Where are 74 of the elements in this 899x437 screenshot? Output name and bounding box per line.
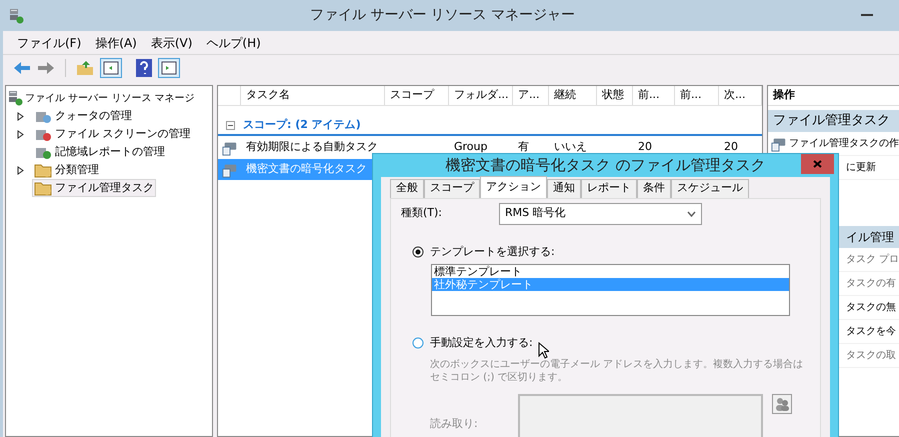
- radio-label[interactable]: 手動設定を入力する:: [430, 335, 533, 352]
- task-name: 有効期限による自動タスク: [246, 139, 378, 156]
- column-header[interactable]: スコープ: [385, 86, 449, 105]
- column-header[interactable]: フォルダ...: [449, 86, 513, 105]
- tab[interactable]: 通知: [547, 178, 581, 198]
- tab[interactable]: スケジュール: [671, 178, 749, 198]
- menu-item[interactable]: 表示(V): [150, 34, 192, 52]
- dialog-title: 機密文書の暗号化タスク のファイル管理タスク: [446, 155, 766, 176]
- users-icon: [775, 396, 789, 410]
- table-cell-text: 有: [518, 139, 529, 156]
- menu-item[interactable]: ファイル(F): [17, 34, 82, 52]
- column-header[interactable]: ア...: [513, 86, 549, 105]
- task-row[interactable]: 有効期限による自動タスク Group 有 いいえ 20 20: [218, 137, 762, 158]
- server-icon: [7, 90, 23, 106]
- action-link[interactable]: タスクの無: [846, 300, 896, 315]
- type-dropdown[interactable]: RMS 暗号化: [499, 202, 702, 224]
- action-link[interactable]: ファイル管理タスクの作: [789, 136, 899, 151]
- column-header[interactable]: 次...: [719, 86, 762, 105]
- tree-item[interactable]: ファイル スクリーンの管理: [32, 124, 192, 144]
- server-icon: [8, 8, 24, 24]
- menu-item[interactable]: ヘルプ(H): [206, 34, 261, 52]
- folder-icon: [34, 180, 52, 196]
- table-cell-text: いいえ: [554, 139, 587, 156]
- column-header[interactable]: 継続: [549, 86, 597, 105]
- tab[interactable]: スコープ: [424, 178, 480, 198]
- radio-button[interactable]: [412, 337, 424, 350]
- tab[interactable]: 全般: [390, 178, 424, 198]
- minimize-icon[interactable]: [861, 14, 873, 18]
- address-book-button[interactable]: [772, 394, 792, 414]
- close-button[interactable]: [801, 154, 834, 174]
- expand-arrow-icon[interactable]: [17, 166, 24, 174]
- field-label: 読み取り:: [430, 416, 479, 432]
- action-link[interactable]: タスクを今: [846, 324, 896, 339]
- help-icon[interactable]: [136, 59, 152, 77]
- table-cell-text: Group: [454, 139, 488, 156]
- tree-item[interactable]: 分類管理: [32, 160, 101, 180]
- actions-title: 操作: [768, 86, 899, 106]
- tab[interactable]: レポート: [581, 178, 637, 198]
- action-link[interactable]: に更新: [846, 160, 876, 175]
- tree-item[interactable]: 記憶域レポートの管理: [32, 142, 167, 162]
- read-field[interactable]: [518, 394, 763, 437]
- radio-label[interactable]: テンプレートを選択する:: [430, 244, 555, 260]
- forward-arrow-icon[interactable]: [37, 61, 55, 75]
- folder-icon: [34, 162, 52, 178]
- column-header[interactable]: 状態: [597, 86, 633, 105]
- chevron-down-icon: [687, 210, 696, 216]
- task-icon: [771, 136, 787, 152]
- console-tree-icon[interactable]: [100, 58, 122, 78]
- tab[interactable]: 条件: [637, 178, 671, 198]
- collapse-icon[interactable]: [226, 120, 235, 130]
- radio-button[interactable]: [412, 246, 424, 258]
- column-header[interactable]: 前...: [633, 86, 675, 105]
- column-header[interactable]: タスク名: [241, 86, 385, 105]
- close-icon: [813, 160, 822, 168]
- type-label: 種類(T):: [401, 205, 444, 222]
- tree-item[interactable]: クォータの管理: [32, 106, 134, 126]
- mouse-pointer-icon: [538, 342, 549, 359]
- table-cell-text: 20: [638, 139, 652, 156]
- hint-text: 次のボックスにユーザーの電子メール アドレスを入力します。複数入力する場合はセミコロン (;) で区切ります。: [430, 358, 804, 384]
- action-pane-icon[interactable]: [158, 58, 180, 78]
- folder-up-icon[interactable]: [76, 60, 94, 76]
- table-cell-text: 20: [724, 139, 738, 156]
- task-icon: [222, 140, 238, 156]
- back-arrow-icon[interactable]: [13, 61, 31, 75]
- list-item[interactable]: 標準テンプレート: [432, 265, 789, 278]
- tab[interactable]: アクション: [480, 176, 547, 198]
- tree-item[interactable]: ファイル管理タスク: [32, 178, 156, 198]
- column-header[interactable]: 前...: [675, 86, 719, 105]
- group-header: スコープ: (2 アイテム): [243, 116, 361, 133]
- task-name: 機密文書の暗号化タスク: [246, 161, 367, 178]
- task-icon: [222, 162, 238, 178]
- menu-item[interactable]: 操作(A): [95, 34, 137, 52]
- tree-item[interactable]: ファイル サーバー リソース マネージ: [25, 90, 195, 106]
- window-title: ファイル サーバー リソース マネージャー: [310, 6, 576, 25]
